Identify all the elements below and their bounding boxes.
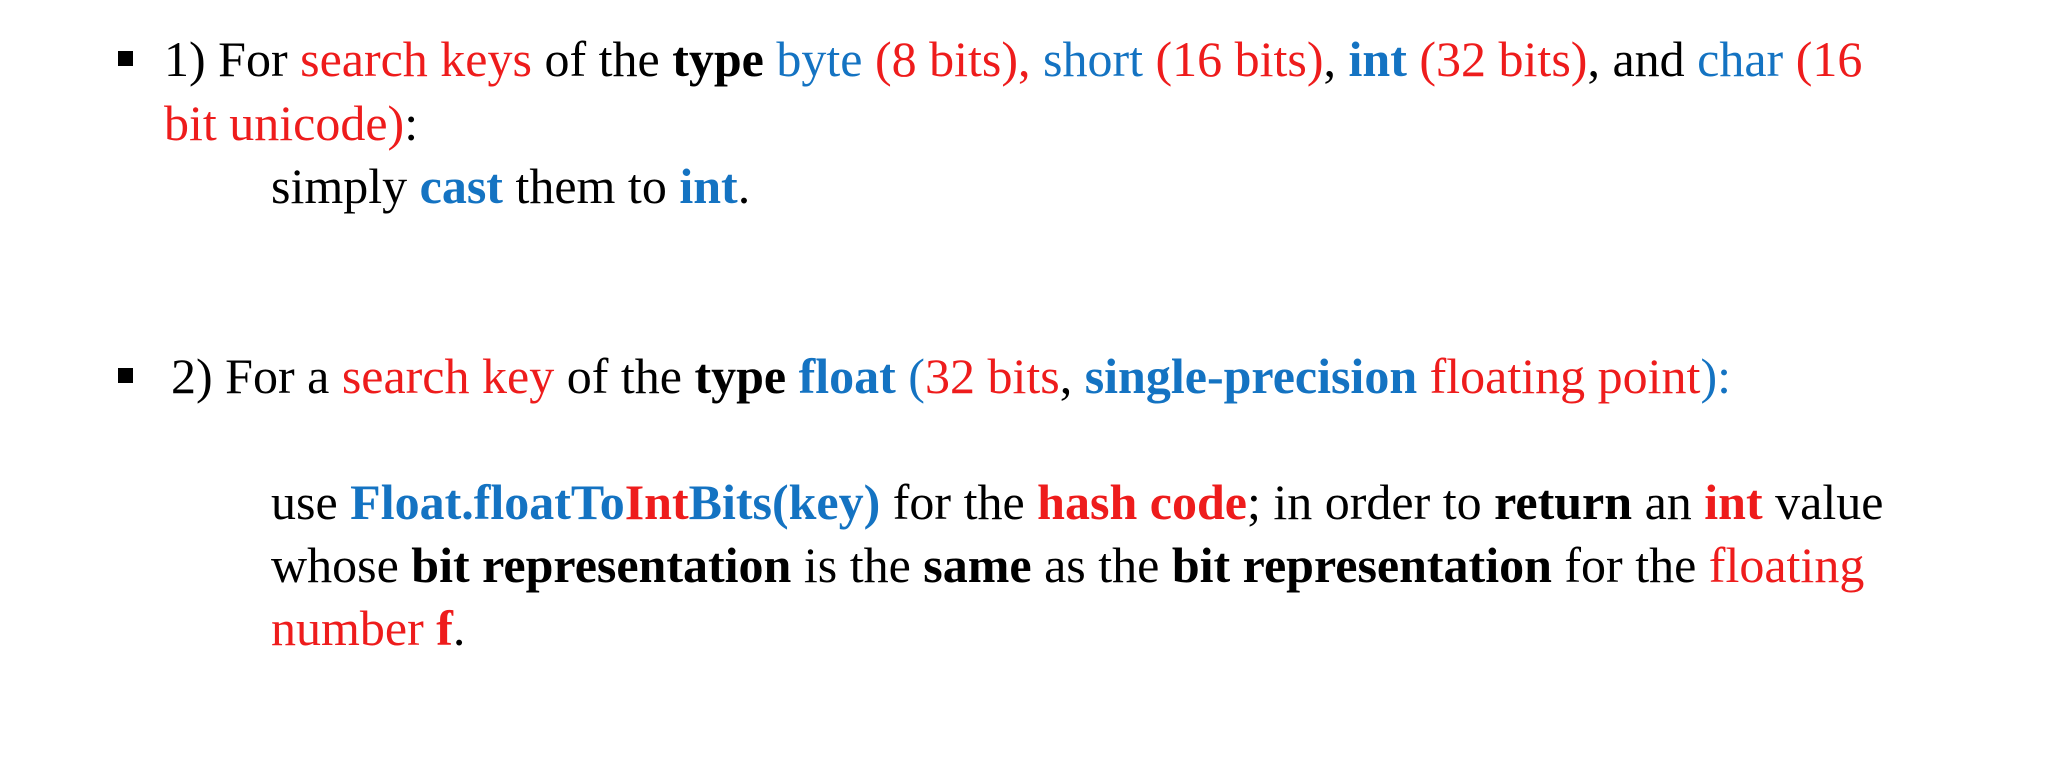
text-run: for the: [1551, 537, 1709, 593]
slide: 1) For search keys of the type byte (8 b…: [0, 0, 2052, 781]
text-run: an: [1632, 474, 1705, 530]
text-run: float: [798, 348, 896, 404]
text-run: f: [436, 600, 453, 656]
text-run: Float.floatTo: [350, 474, 625, 530]
text-run: floating point: [1417, 348, 1701, 404]
text-run: ; in order to: [1246, 474, 1495, 530]
text-run: of the: [531, 31, 673, 87]
bullet1-line3: simply cast them to int.: [271, 154, 750, 218]
text-run: (16 bits): [1142, 31, 1324, 87]
text-run: (: [895, 348, 925, 404]
text-run: int: [679, 158, 738, 214]
text-run: 2) For a: [171, 348, 342, 404]
bullet-marker-1: [118, 51, 133, 66]
text-run: int: [1704, 474, 1763, 530]
text-run: return: [1494, 474, 1633, 530]
text-run: byte: [776, 31, 863, 87]
text-run: bit representation: [411, 537, 792, 593]
text-run: search key: [341, 348, 555, 404]
bullet1-line1: 1) For search keys of the type byte (8 b…: [164, 27, 1862, 91]
text-run: bit unicode): [164, 95, 405, 151]
text-run: .: [452, 600, 466, 656]
text-run: ):: [1700, 348, 1731, 404]
text-run: simply: [271, 158, 420, 214]
text-run: (16: [1783, 31, 1863, 87]
text-run: char: [1697, 31, 1784, 87]
text-run: short: [1030, 31, 1143, 87]
text-run: 32 bits: [924, 348, 1060, 404]
bullet1-line2: bit unicode):: [164, 91, 418, 155]
bullet2-line4: number f.: [271, 596, 465, 660]
text-run: ,: [1059, 348, 1085, 404]
text-run: search keys: [300, 31, 532, 87]
text-run: as the: [1031, 537, 1172, 593]
text-run: single-precision: [1084, 348, 1418, 404]
text-run: for the: [880, 474, 1038, 530]
text-run: 1) For: [164, 31, 301, 87]
text-run: type: [694, 348, 787, 404]
text-run: cast: [419, 158, 503, 214]
text-run: , and: [1587, 31, 1698, 87]
bullet2-line2: use Float.floatToIntBits(key) for the ha…: [271, 470, 1883, 534]
bullet-marker-2: [118, 368, 133, 383]
text-run: Bits(key): [688, 474, 881, 530]
text-run: of the: [554, 348, 695, 404]
bullet2-line3: whose bit representation is the same as …: [271, 533, 1864, 597]
text-run: int: [1348, 31, 1407, 87]
text-run: :: [404, 95, 419, 151]
text-run: value: [1762, 474, 1884, 530]
text-run: number: [271, 600, 437, 656]
text-run: same: [923, 537, 1032, 593]
text-run: ,: [1323, 31, 1349, 87]
bullet2-line1: 2) For a search key of the type float (3…: [171, 344, 1731, 408]
text-run: them to: [502, 158, 680, 214]
text-run: .: [737, 158, 751, 214]
text-run: type: [672, 31, 764, 87]
text-run: use: [271, 474, 351, 530]
text-run: whose: [271, 537, 412, 593]
text-run: Int: [624, 474, 689, 530]
text-run: (8 bits),: [862, 31, 1031, 87]
text-run: [764, 31, 777, 87]
text-run: bit representation: [1171, 537, 1552, 593]
text-run: hash code: [1037, 474, 1247, 530]
text-run: floating: [1708, 537, 1865, 593]
text-run: is the: [791, 537, 924, 593]
text-run: [786, 348, 799, 404]
text-run: (32 bits): [1406, 31, 1588, 87]
